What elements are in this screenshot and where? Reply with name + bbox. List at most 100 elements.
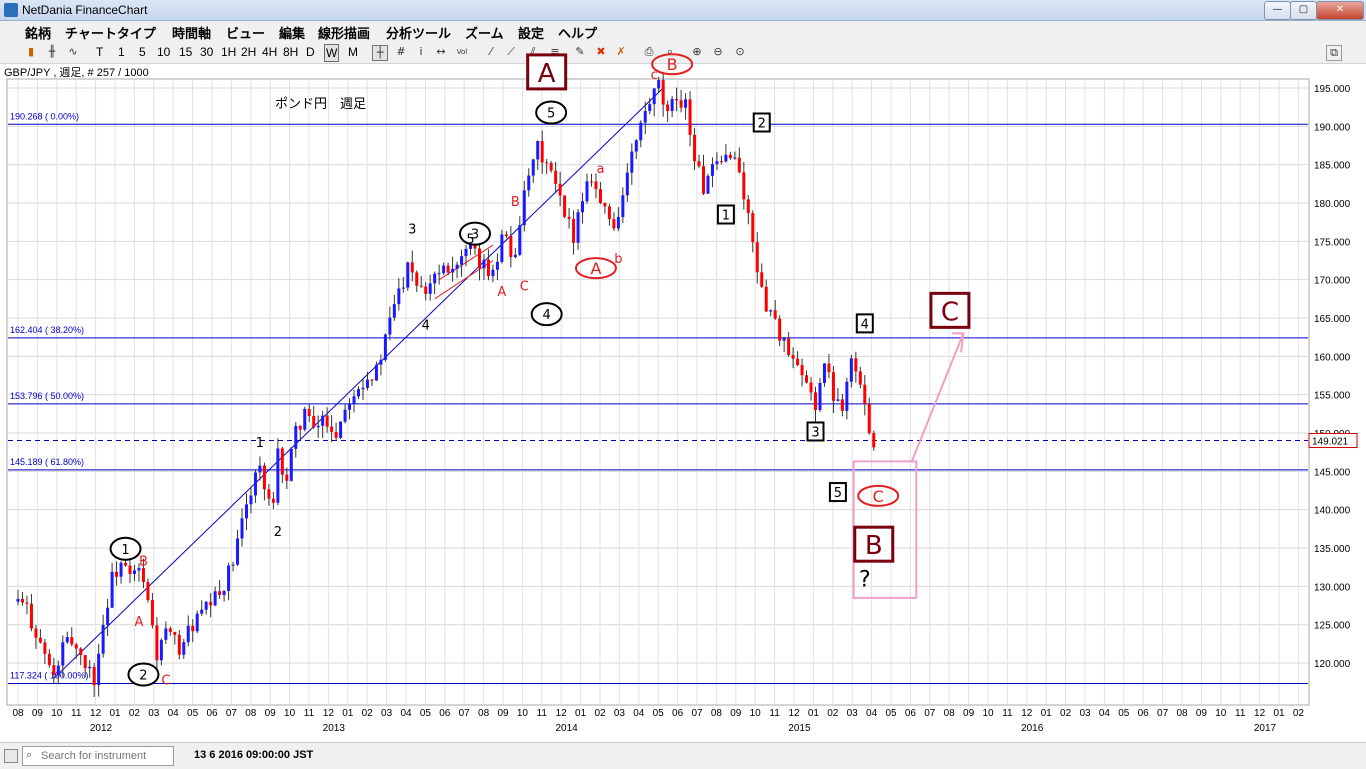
candle-body	[132, 570, 136, 574]
candle-body	[670, 98, 674, 111]
candle-body	[818, 382, 822, 410]
candle-body	[863, 384, 867, 404]
candle-body	[822, 363, 826, 383]
x-tick-label: 04	[168, 708, 180, 719]
x-tick-label: 09	[963, 708, 975, 719]
candle-body	[29, 603, 33, 629]
y-tick-label: 120.000	[1314, 659, 1351, 670]
candle-body	[61, 642, 65, 666]
fib-level-label: 162.404 ( 38.20%)	[10, 325, 84, 335]
x-tick-label: 03	[847, 708, 859, 719]
candle-body	[92, 666, 96, 686]
major-wave-label: A	[538, 59, 556, 89]
candle-body	[616, 217, 620, 229]
candle-body	[652, 88, 656, 105]
candle-body	[253, 472, 257, 496]
candle-body	[661, 80, 665, 105]
candle-body	[773, 310, 777, 319]
candle-body	[460, 256, 464, 265]
candle-body	[437, 273, 441, 275]
candle-body	[509, 235, 513, 258]
candle-body	[495, 261, 499, 270]
candle-body	[477, 248, 481, 269]
candle-body	[603, 203, 607, 207]
candle-body	[710, 164, 714, 176]
x-tick-label: 07	[691, 708, 703, 719]
candle-body	[769, 310, 773, 312]
candle-body	[325, 415, 329, 427]
candle-body	[303, 408, 307, 430]
wave-sub-label: a	[596, 162, 604, 177]
candle-body	[778, 318, 782, 341]
x-tick-label: 03	[1079, 708, 1091, 719]
panel-icon[interactable]	[4, 749, 18, 763]
candle-body	[164, 628, 168, 640]
candle-body	[406, 262, 410, 288]
candle-body	[74, 644, 78, 649]
y-tick-label: 125.000	[1314, 621, 1351, 632]
candle-body	[191, 625, 195, 632]
x-tick-label: 08	[478, 708, 490, 719]
candle-body	[594, 181, 598, 190]
fib-level-label: 117.324 ( 100.00%)	[10, 671, 88, 681]
candle-body	[249, 495, 253, 505]
candle-body	[634, 140, 638, 152]
candle-body	[755, 242, 759, 273]
candle-body	[688, 99, 692, 135]
x-tick-label: 05	[1118, 708, 1130, 719]
candle-body	[357, 389, 361, 397]
candle-body	[307, 408, 311, 417]
candle-body	[155, 625, 159, 661]
candle-body	[464, 248, 468, 257]
candle-body	[218, 591, 222, 595]
candle-body	[56, 665, 60, 675]
wave-sub-label: B	[511, 195, 520, 210]
candle-body	[643, 111, 647, 123]
chart-title: ポンド円 週足	[275, 97, 366, 112]
candle-body	[352, 396, 356, 404]
x-tick-label: 09	[497, 708, 509, 719]
wave-sub-label: b	[614, 252, 622, 267]
x-tick-label: 02	[1293, 708, 1305, 719]
wave-sub-label: A	[497, 285, 506, 300]
candle-body	[186, 625, 190, 643]
candle-body	[840, 399, 844, 411]
candle-body	[419, 285, 423, 287]
status-bar: ⌕ 13 6 2016 09:00:00 JST	[0, 742, 1366, 769]
wave-box-label: 4	[861, 317, 869, 332]
candle-body	[424, 286, 428, 294]
candle-body	[684, 99, 688, 108]
candle-body	[173, 631, 177, 635]
candle-body	[348, 403, 352, 410]
candle-body	[97, 653, 101, 686]
candle-body	[150, 599, 154, 626]
candle-body	[733, 157, 737, 159]
candle-body	[715, 161, 719, 165]
price-chart[interactable]: 190.268 ( 0.00%) 162.404 ( 38.20%) 153.796…	[0, 0, 1366, 742]
candle-body	[312, 416, 316, 428]
fib-level-label: 190.268 ( 0.00%)	[10, 111, 79, 121]
candle-body	[16, 598, 20, 602]
candle-body	[724, 154, 728, 162]
x-tick-label: 02	[594, 708, 606, 719]
search-input[interactable]	[41, 748, 169, 763]
candle-body	[872, 433, 876, 448]
candle-body	[531, 159, 535, 176]
wave-circle-label: 2	[139, 669, 147, 684]
search-box[interactable]: ⌕	[22, 746, 174, 766]
y-tick-label: 155.000	[1314, 391, 1351, 402]
candle-body	[321, 415, 325, 426]
y-tick-label: 170.000	[1314, 276, 1351, 287]
x-tick-label: 05	[885, 708, 897, 719]
candle-body	[554, 170, 558, 184]
wave-box-label: 3	[811, 425, 819, 440]
wave-count-label: 1	[256, 436, 264, 451]
y-tick-label: 140.000	[1314, 506, 1351, 517]
candle-body	[110, 571, 114, 608]
candle-body	[598, 189, 602, 204]
wave-count-label: ?	[859, 567, 871, 592]
candle-body	[522, 190, 526, 226]
y-tick-label: 195.000	[1314, 84, 1351, 95]
candle-body	[146, 581, 150, 600]
candle-body	[25, 602, 29, 604]
